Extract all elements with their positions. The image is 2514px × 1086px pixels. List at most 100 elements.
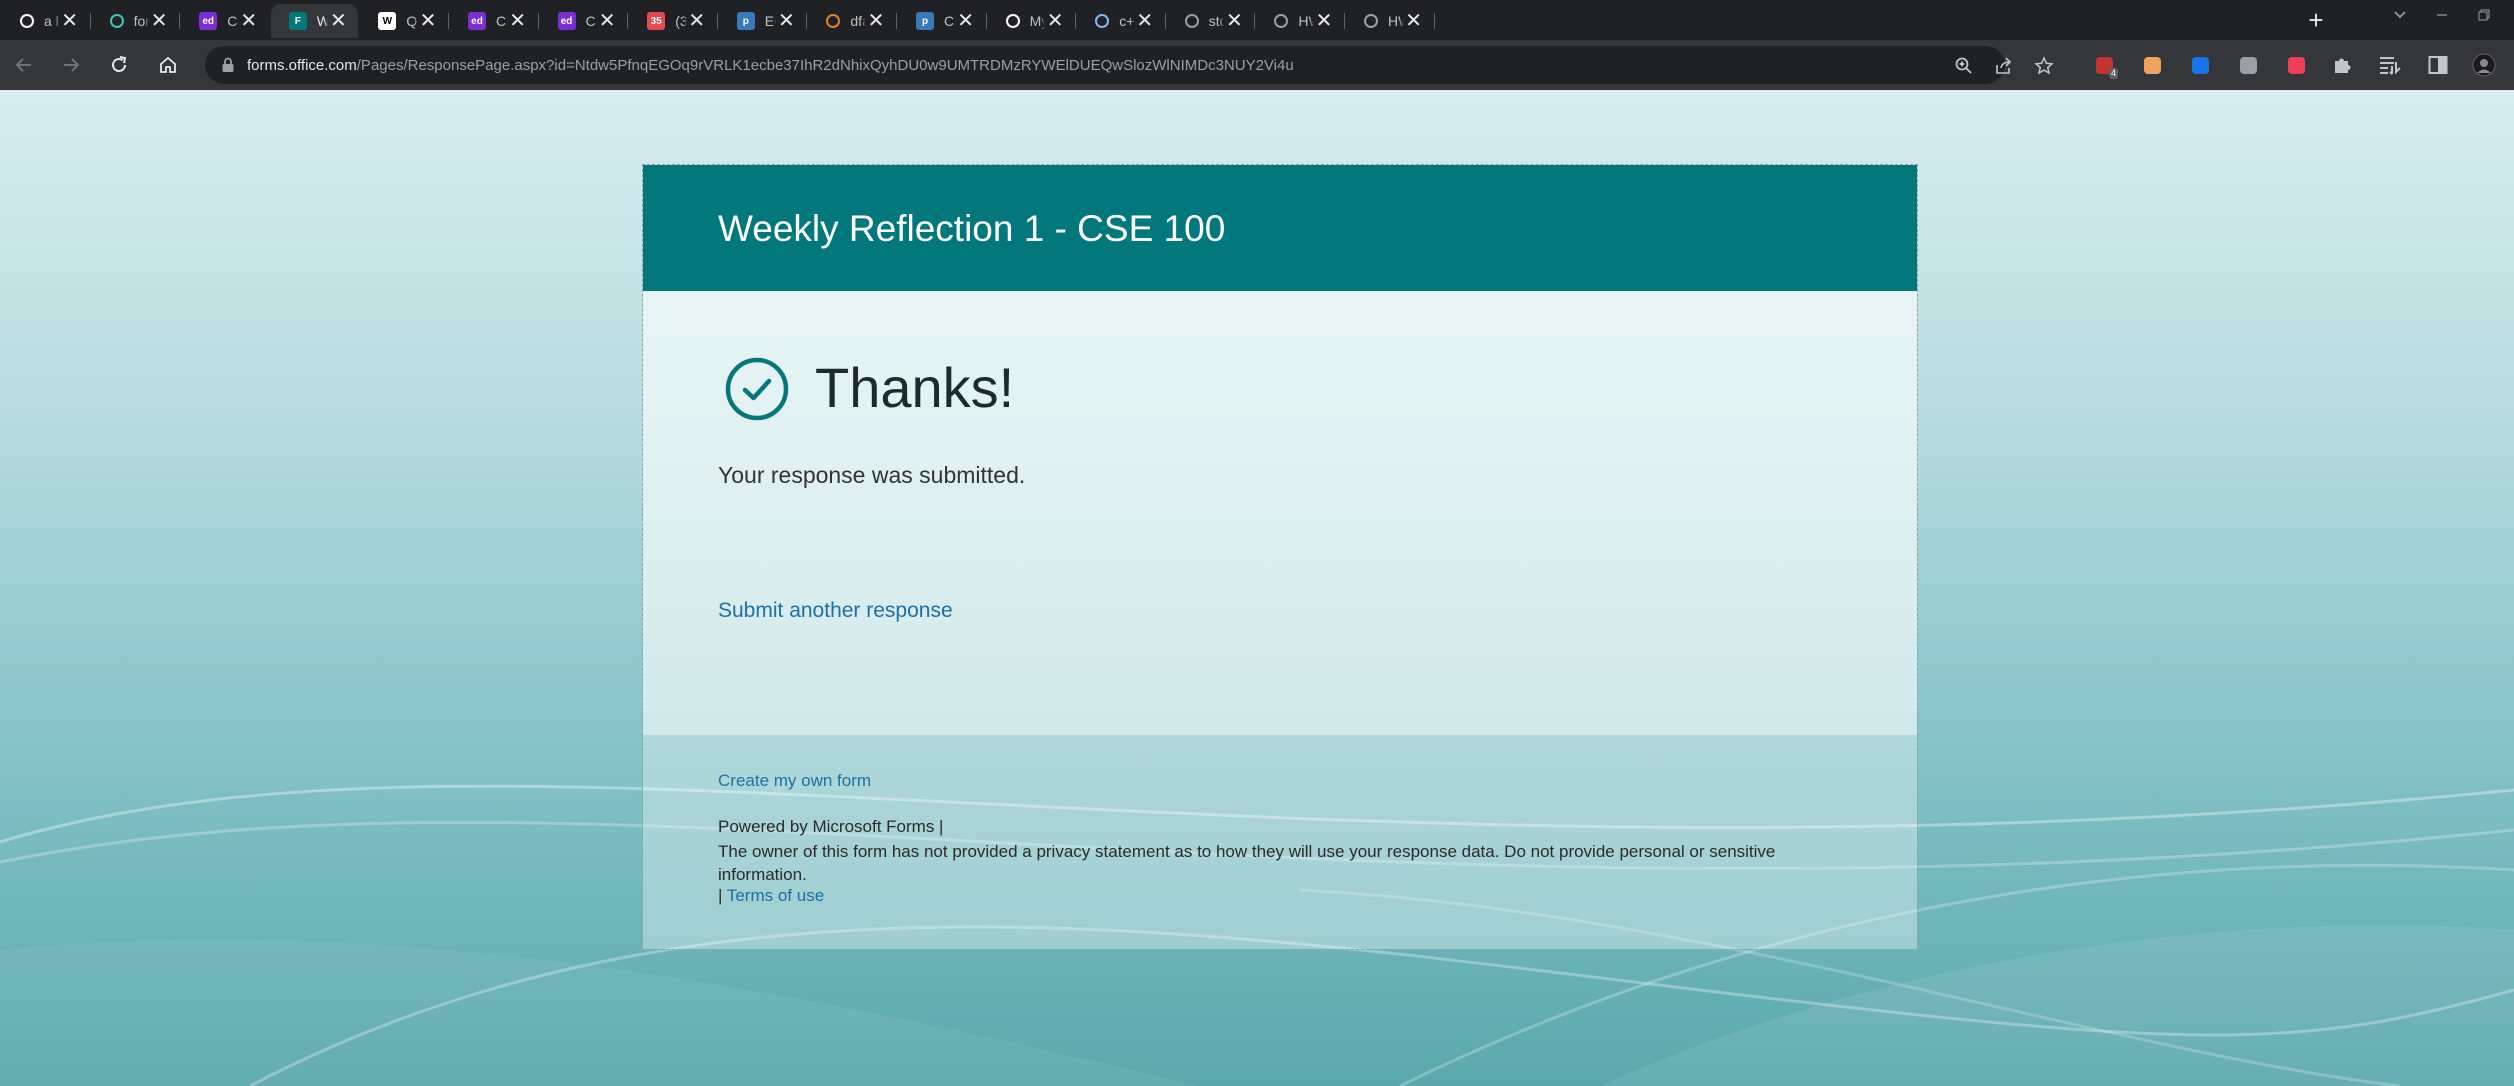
tab-divider — [627, 13, 629, 29]
tab-close-button[interactable]: ✕ — [418, 11, 438, 31]
shazam-extension-icon[interactable] — [2188, 53, 2212, 77]
forward-arrow-icon — [64, 58, 80, 72]
privacy-notice: The owner of this form has not provided … — [718, 842, 1776, 884]
create-my-own-form-link[interactable]: Create my own form — [718, 771, 871, 791]
tab[interactable]: 35 (35) Discord✕ — [629, 4, 718, 38]
back-button[interactable] — [8, 49, 40, 81]
home-button[interactable] — [152, 49, 184, 81]
profile-button[interactable] — [2472, 53, 2496, 77]
tab-close-button[interactable]: ✕ — [239, 11, 259, 31]
tab-divider — [1343, 13, 1345, 29]
ublock-extension-icon[interactable]: 4 — [2092, 53, 2118, 79]
extension-logo — [2287, 56, 2305, 74]
tab[interactable]: My learning✕ — [988, 4, 1077, 38]
side-panel-button[interactable] — [2426, 53, 2450, 77]
tab-close-button[interactable]: ✕ — [597, 11, 617, 31]
checkmark-circle-icon — [725, 357, 789, 421]
forward-button[interactable] — [55, 49, 87, 81]
bookmark-button[interactable] — [2033, 55, 2055, 77]
graph-icon — [109, 14, 124, 28]
tab[interactable]: c++ string l✕ — [1077, 4, 1166, 38]
tab-divider — [1164, 13, 1166, 29]
tab-close-button[interactable]: ✕ — [1135, 11, 1155, 31]
reload-icon — [112, 56, 127, 72]
submitted-message: Your response was submitted. — [718, 462, 1026, 488]
tab-close-button[interactable]: ✕ — [1404, 11, 1424, 31]
tab-divider — [895, 13, 897, 29]
tab-divider — [985, 13, 987, 29]
tab-close-button[interactable]: ✕ — [956, 11, 976, 31]
thanks-heading: Thanks! — [815, 356, 1015, 419]
tab[interactable]: HW1_CSE10✕ — [1256, 4, 1345, 38]
powered-by-text: Powered by Microsoft Forms | — [718, 817, 944, 836]
tab[interactable]: p ECE 65_SP23✕ — [719, 4, 808, 38]
extension-logo — [2143, 56, 2161, 74]
tab-close-button[interactable]: ✕ — [866, 11, 886, 31]
globe-icon — [1364, 14, 1378, 28]
url-path: /Pages/ResponsePage.aspx?id=Ntdw5PfnqEGO… — [356, 57, 1294, 74]
extension-badge: 4 — [2108, 68, 2118, 79]
tab[interactable]: HW1_CSE10✕ — [1346, 4, 1435, 38]
tab-strip: a language s✕formal langu✕edCSE100/R – I… — [0, 0, 2514, 40]
lock-icon[interactable] — [221, 57, 235, 73]
tab-title: formal langu — [133, 13, 150, 29]
tab[interactable]: F Weekly Refle✕ — [270, 4, 359, 38]
form-title: Weekly Reflection 1 - CSE 100 — [718, 208, 1226, 249]
address-bar[interactable]: forms.office.com/Pages/ResponsePage.aspx… — [205, 46, 2012, 84]
tab[interactable]: W Queue (abstr✕ — [360, 4, 449, 38]
reading-list-button[interactable] — [2378, 53, 2402, 77]
puzzle-icon — [2335, 58, 2351, 73]
tab-close-button[interactable]: ✕ — [60, 11, 80, 31]
tab-divider — [447, 13, 449, 29]
honey-extension-icon[interactable] — [2140, 53, 2164, 77]
page-viewport: Weekly Reflection 1 - CSE 100 Thanks! Yo… — [0, 90, 2514, 1086]
star-icon — [2034, 56, 2054, 75]
tab-divider — [179, 13, 181, 29]
tab[interactable]: ed CSE100/R – I✕ — [540, 4, 629, 38]
discord-icon: 35 — [647, 12, 666, 30]
tab-title: CSE 105 (1 u — [944, 13, 956, 29]
new-tab-button[interactable]: + — [2300, 4, 2332, 36]
stackexchange-icon — [826, 14, 841, 28]
tab-close-button[interactable]: ✕ — [776, 11, 796, 31]
reload-button[interactable] — [103, 49, 135, 81]
form-card: Weekly Reflection 1 - CSE 100 Thanks! Yo… — [642, 164, 1918, 950]
share-icon — [1996, 57, 2012, 74]
screenshot-extension-icon[interactable] — [2236, 53, 2260, 77]
tab[interactable]: std::vector -✕ — [1167, 4, 1256, 38]
tab[interactable]: a language s✕ — [2, 4, 91, 38]
tab-title: Queue (abstr — [406, 13, 418, 29]
avatar — [2472, 53, 2496, 77]
submit-another-response-link[interactable]: Submit another response — [718, 599, 953, 623]
extensions-menu-button[interactable] — [2330, 53, 2354, 77]
tab-close-button[interactable]: ✕ — [149, 11, 169, 31]
tab-close-button[interactable]: ✕ — [508, 11, 528, 31]
tab[interactable]: ed CSE100/R – I✕ — [450, 4, 539, 38]
terms-of-use-link[interactable]: Terms of use — [727, 886, 824, 905]
tab-title: (35) Discord — [675, 13, 687, 29]
tab-close-button[interactable]: ✕ — [1224, 11, 1244, 31]
tab[interactable]: dfa - Is Regu✕ — [808, 4, 897, 38]
tab-divider — [1433, 13, 1435, 29]
tab-title: c++ string l — [1119, 13, 1135, 29]
cppreference-icon — [1184, 14, 1199, 28]
tab[interactable]: formal langu✕ — [92, 4, 181, 38]
pocket-extension-icon[interactable] — [2284, 53, 2308, 77]
restore-button[interactable] — [2454, 0, 2514, 32]
tab-close-button[interactable]: ✕ — [1045, 11, 1065, 31]
restore-icon — [2478, 9, 2490, 21]
tab-divider — [1254, 13, 1256, 29]
back-arrow-icon — [15, 58, 31, 72]
tab-close-button[interactable]: ✕ — [328, 11, 348, 31]
wikipedia-icon: W — [378, 12, 397, 30]
globe-icon — [1274, 14, 1289, 28]
url-text: forms.office.com/Pages/ResponsePage.aspx… — [247, 57, 1294, 74]
zoom-button[interactable] — [1953, 55, 1975, 77]
tab-close-button[interactable]: ✕ — [687, 11, 707, 31]
tab[interactable]: ed CSE100/R – I✕ — [181, 4, 269, 38]
tab-title: HW1_CSE10 — [1388, 13, 1404, 29]
share-button[interactable] — [1993, 55, 2015, 77]
tab-close-button[interactable]: ✕ — [1314, 11, 1334, 31]
extension-logo — [2239, 56, 2257, 74]
tab[interactable]: p CSE 105 (1 u✕ — [898, 4, 987, 38]
